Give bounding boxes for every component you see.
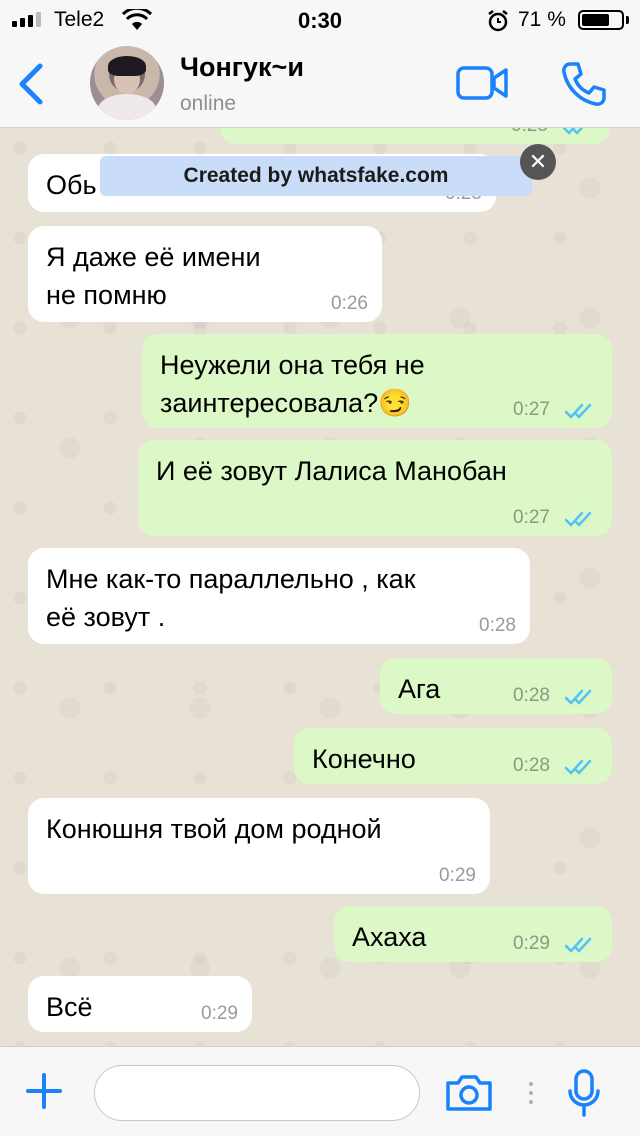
- message-time: 0:27: [513, 399, 550, 420]
- close-icon[interactable]: ✕: [520, 144, 556, 180]
- incoming-message[interactable]: Я даже её имени не помню 0:26: [28, 226, 382, 322]
- back-chevron-icon[interactable]: [14, 60, 50, 108]
- outgoing-message[interactable]: 0:25: [220, 128, 610, 144]
- read-ticks-icon: [562, 128, 584, 135]
- message-text: Ахаха: [352, 922, 427, 952]
- read-ticks-icon: [564, 511, 592, 527]
- outgoing-message[interactable]: И её зовут Лалиса Манобан 0:27: [138, 440, 612, 536]
- read-ticks-icon: [564, 759, 592, 775]
- message-time: 0:26: [331, 293, 368, 314]
- message-time: 0:25: [511, 128, 548, 136]
- message-time: 0:29: [439, 865, 476, 886]
- incoming-message[interactable]: Мне как-то параллельно , как её зовут . 0…: [28, 548, 530, 644]
- message-text: Мне как-то параллельно , как её зовут .: [46, 564, 416, 632]
- read-ticks-icon: [564, 937, 592, 953]
- chat-header: Чонгук~и online: [0, 40, 640, 128]
- outgoing-message[interactable]: Конечно 0:28: [294, 728, 612, 784]
- message-time: 0:28: [513, 685, 550, 706]
- contact-status: online: [180, 92, 237, 115]
- video-call-icon[interactable]: [456, 64, 508, 102]
- incoming-message[interactable]: Конюшня твой дом родной 0:29: [28, 798, 490, 894]
- message-time: 0:28: [479, 615, 516, 636]
- plus-icon[interactable]: [24, 1071, 64, 1111]
- battery-icon: [578, 10, 624, 30]
- message-text: И её зовут Лалиса Манобан: [156, 456, 507, 486]
- message-list[interactable]: 0:25Обь0:25Я даже её имени не помню0:26Н…: [0, 128, 640, 1046]
- read-ticks-icon: [564, 689, 592, 705]
- message-time: 0:29: [201, 1003, 238, 1024]
- outgoing-message[interactable]: Ага 0:28: [380, 658, 612, 714]
- contact-avatar[interactable]: [90, 46, 164, 120]
- message-time: 0:28: [513, 755, 550, 776]
- contact-name[interactable]: Чонгук~и: [180, 52, 304, 83]
- message-input-bar: [0, 1046, 640, 1136]
- message-text: Конюшня твой дом родной: [46, 814, 382, 844]
- camera-icon[interactable]: [444, 1073, 494, 1113]
- battery-percent: 71 %: [518, 8, 566, 31]
- read-ticks-icon: [564, 403, 592, 419]
- outgoing-message[interactable]: Ахаха 0:29: [334, 906, 612, 962]
- message-time: 0:27: [513, 507, 550, 528]
- status-bar: Tele2 0:30 71 %: [0, 0, 640, 40]
- message-input[interactable]: [94, 1065, 420, 1121]
- alarm-icon: [488, 10, 508, 32]
- message-time: 0:29: [513, 933, 550, 954]
- message-text: Конечно: [312, 744, 416, 774]
- watermark-banner: Created by whatsfake.com: [100, 156, 532, 196]
- microphone-icon[interactable]: [566, 1069, 602, 1117]
- outgoing-message[interactable]: Неужели она тебя не заинтересовала?😏 0:27: [142, 334, 612, 428]
- more-dots-icon[interactable]: [528, 1081, 534, 1105]
- incoming-message[interactable]: Всё 0:29: [28, 976, 252, 1032]
- phone-call-icon[interactable]: [560, 60, 608, 108]
- message-text: Я даже её имени не помню: [46, 242, 261, 310]
